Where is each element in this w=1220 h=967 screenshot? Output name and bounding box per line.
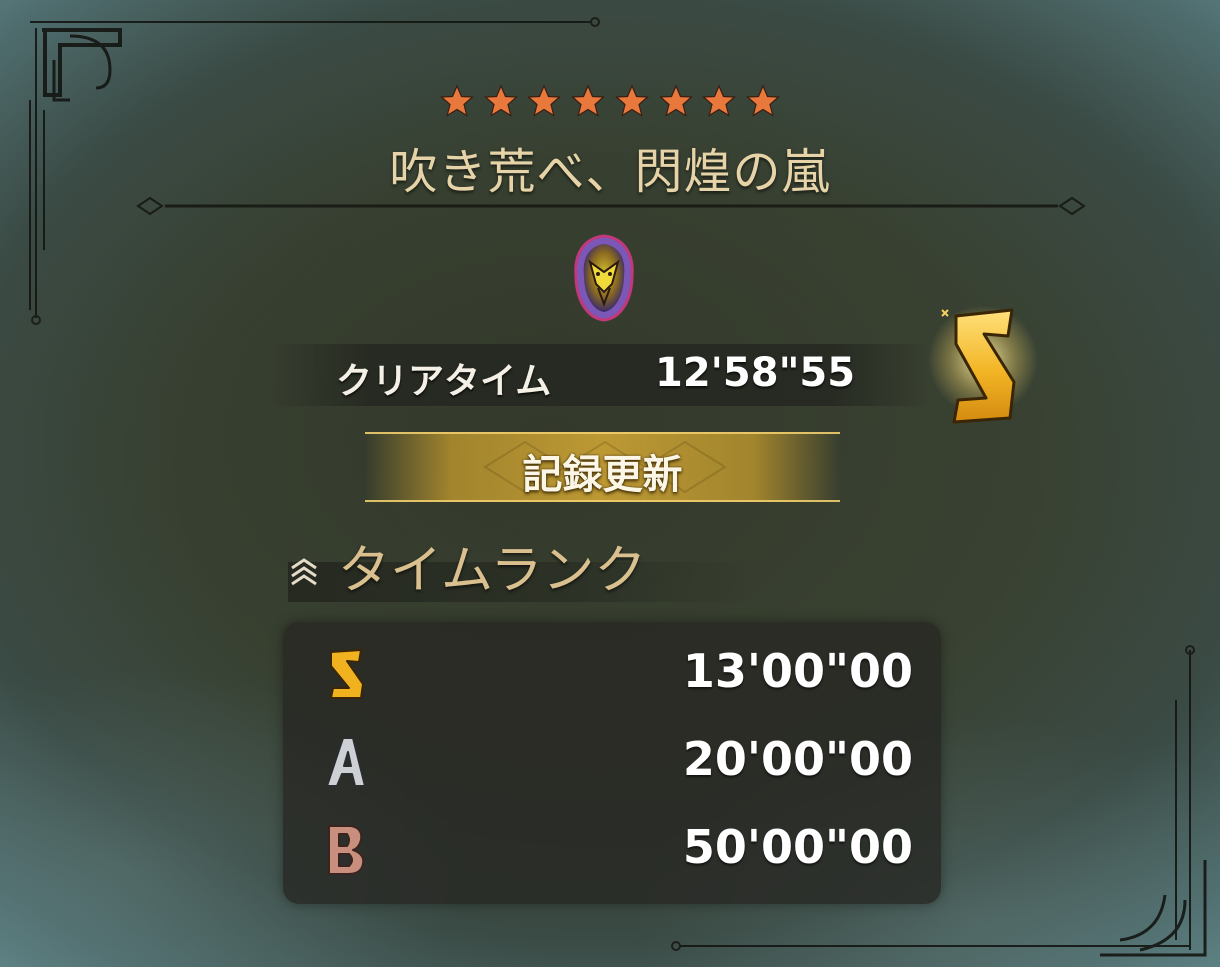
clear-time-value: 12'58"55 [655,350,856,396]
rank-time: 50'00"00 [682,820,913,874]
star-icon [440,84,474,117]
record-updated-banner: 記録更新 [365,432,840,502]
time-rank-title: タイムランク [338,541,647,601]
section-emblem-icon [291,558,317,586]
clear-time-label: クリアタイム [336,361,552,402]
star-icon [658,84,693,117]
rank-time: 13'00"00 [682,644,913,698]
star-icon [745,84,780,117]
rank-row-a: 20'00"00 [283,720,941,800]
star-icon [571,84,606,117]
record-updated-label: 記録更新 [522,452,683,498]
rank-time: 20'00"00 [682,732,913,786]
rank-a-icon [326,737,366,787]
achieved-rank-s-icon [928,305,1038,424]
star-icon [702,84,737,117]
monster-icon [574,234,634,322]
rank-s-icon [330,649,364,699]
star-icon [483,84,518,117]
rank-row-s: 13'00"00 [283,632,941,712]
star-icon [527,84,562,117]
star-icon [614,84,649,117]
rank-row-b: 50'00"00 [283,808,941,888]
rank-b-icon [328,825,365,875]
time-rank-table: 13'00"00 20'00"00 50'00"00 [283,622,941,904]
quest-title: 吹き荒べ、閃煌の嵐 [389,144,831,200]
difficulty-stars [440,84,780,120]
